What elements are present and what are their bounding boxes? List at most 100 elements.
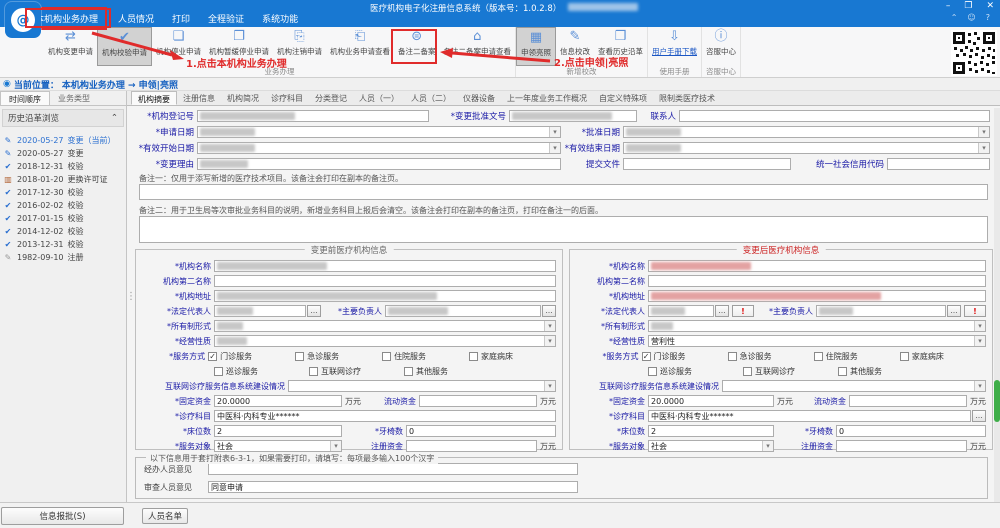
institution-apply-view-button[interactable]: ⎗ 机构业务申请查看 [326,27,394,66]
checkbox-emergency[interactable]: 急诊服务 [295,351,382,362]
chevron-down-icon[interactable]: ▾ [974,381,985,391]
history-item[interactable]: ✔ 2017-12-30 校验 [3,186,123,199]
contact-input[interactable] [679,110,990,122]
tab-restricted-tech[interactable]: 限制类医疗技术 [653,91,721,105]
liquid-capital-input[interactable] [849,395,967,407]
minimize-button[interactable]: – [946,1,951,11]
legal-rep-browse-button[interactable]: … [715,305,729,317]
apply-license-button[interactable]: ▦ 申领亮照 [516,27,556,66]
personnel-list-button[interactable]: 人员名单 [142,508,188,524]
treatment-input[interactable]: 中医科·内科专业****** [648,410,971,422]
history-item[interactable]: ✎ 2020-05-27 变更（当前） [3,134,123,147]
name-input[interactable] [214,260,556,272]
checkbox-emergency[interactable]: 急诊服务 [728,351,814,362]
checkbox-other-service[interactable]: 其他服务 [404,366,499,377]
checkbox-inpatient[interactable]: 住院服务 [382,351,469,362]
tab-personnel-1[interactable]: 人员（一） [353,91,405,105]
legal-rep-input[interactable] [214,305,306,317]
tab-institution-summary[interactable]: 机构摘要 [131,91,177,105]
address-input[interactable] [214,290,556,302]
close-button[interactable]: ✕ [986,1,994,11]
reviewer-opinion-input[interactable]: 同意申请 [208,481,578,493]
history-item[interactable]: ✔ 2013-12-31 校验 [3,238,123,251]
principal-browse-button[interactable]: … [542,305,556,317]
registered-capital-input[interactable] [836,440,967,452]
reg-no-input[interactable] [197,110,429,122]
chairs-input[interactable]: 0 [836,425,986,437]
chevron-down-icon[interactable]: ▾ [544,321,555,331]
history-item[interactable]: ▥ 2018-01-20 更换许可证 [3,173,123,186]
principal-input[interactable] [385,305,541,317]
menu-item-verification[interactable]: 全程验证 [201,9,251,28]
note2-textarea[interactable] [139,216,988,243]
checkbox-outpatient[interactable]: ✓门诊服务 [208,351,295,362]
treatment-input[interactable]: 中医科·内科专业****** [214,410,556,422]
menu-item-personnel[interactable]: 人员情况 [111,9,161,28]
nature-combo[interactable]: ▾ [214,335,556,347]
scrollbar-thumb[interactable] [994,380,1000,422]
note2-record-view-button[interactable]: ⌂ 备注二备案申请查看 [440,27,516,66]
service-target-combo[interactable]: 社会▾ [214,440,342,452]
principal-alert-button[interactable]: ! [964,305,986,317]
history-item[interactable]: ✔ 2017-01-15 校验 [3,212,123,225]
chevron-down-icon[interactable]: ▾ [549,143,560,153]
valid-start-combo[interactable]: ▾ [197,142,561,154]
legal-rep-input[interactable] [648,305,714,317]
tab-registration-info[interactable]: 注册信息 [177,91,221,105]
chevron-down-icon[interactable]: ▾ [978,143,989,153]
note2-record-button[interactable]: ⊜ 备注二备案 [394,27,440,66]
name-input[interactable] [648,260,986,272]
credit-code-input[interactable] [887,158,990,170]
tab-custom-items[interactable]: 自定义特殊项 [593,91,653,105]
fixed-capital-input[interactable]: 20.0000 [648,395,774,407]
registered-capital-input[interactable] [406,440,537,452]
history-item[interactable]: ✔ 2018-12-31 校验 [3,160,123,173]
chevron-down-icon[interactable]: ▾ [974,336,985,346]
second-name-input[interactable] [648,275,986,287]
institution-check-apply-button[interactable]: ✔ 机构校验申请 [97,27,152,66]
tab-institution-profile[interactable]: 机构简况 [221,91,265,105]
chevron-down-icon[interactable]: ▾ [330,441,341,451]
restore-button[interactable]: ❐ [964,1,972,11]
ownership-combo[interactable]: ▾ [214,320,556,332]
service-target-combo[interactable]: 社会▾ [648,440,774,452]
internet-eval-combo[interactable]: ▾ [722,380,986,392]
approve-date-combo[interactable]: ▾ [623,126,990,138]
checkbox-mobile-clinic[interactable]: 巡诊服务 [214,366,309,377]
internet-eval-combo[interactable]: ▾ [288,380,556,392]
principal-browse-button[interactable]: … [947,305,961,317]
operator-opinion-input[interactable] [208,463,578,475]
splitter-handle[interactable]: ⋮ [126,291,136,302]
ownership-combo[interactable]: ▾ [648,320,986,332]
checkbox-other-service[interactable]: 其他服务 [838,366,933,377]
user-manual-download-link[interactable]: ⇩ 用户手册下载 [648,27,701,66]
tab-personnel-2[interactable]: 人员（二） [405,91,457,105]
tab-equipment[interactable]: 仪器设备 [457,91,501,105]
history-item[interactable]: ✎ 2020-05-27 变更 [3,147,123,160]
service-center-button[interactable]: ⓘ 咨服中心 [702,27,740,66]
checkbox-internet-clinic[interactable]: 互联网诊疗 [743,366,838,377]
address-input[interactable] [648,290,986,302]
help-icon[interactable]: ? [986,13,990,22]
checkbox-family-bed[interactable]: 家庭病床 [900,351,986,362]
checkbox-inpatient[interactable]: 住院服务 [814,351,900,362]
tab-time-order[interactable]: 时间顺序 [0,91,50,105]
beds-input[interactable]: 2 [214,425,342,437]
tab-last-year-overview[interactable]: 上一年度业务工作概况 [501,91,593,105]
principal-input[interactable] [816,305,946,317]
history-item[interactable]: ✎ 1982-09-10 注册 [3,251,123,264]
checkbox-family-bed[interactable]: 家庭病床 [469,351,556,362]
change-doc-input[interactable] [509,110,637,122]
institution-change-apply-button[interactable]: ⇄ 机构变更申请 [44,27,97,66]
collapse-ribbon-icon[interactable]: ⌃ [951,13,958,22]
chevron-down-icon[interactable]: ▾ [544,336,555,346]
tab-business-type[interactable]: 业务类型 [50,91,98,105]
checkbox-mobile-clinic[interactable]: 巡诊服务 [648,366,743,377]
vertical-scrollbar[interactable] [994,108,1000,502]
checkbox-outpatient[interactable]: ✓门诊服务 [642,351,728,362]
chevron-down-icon[interactable]: ▾ [762,441,773,451]
history-item[interactable]: ✔ 2014-12-02 校验 [3,225,123,238]
note1-textarea[interactable] [139,184,988,200]
menu-item-print[interactable]: 打印 [165,9,197,28]
liquid-capital-input[interactable] [419,395,537,407]
